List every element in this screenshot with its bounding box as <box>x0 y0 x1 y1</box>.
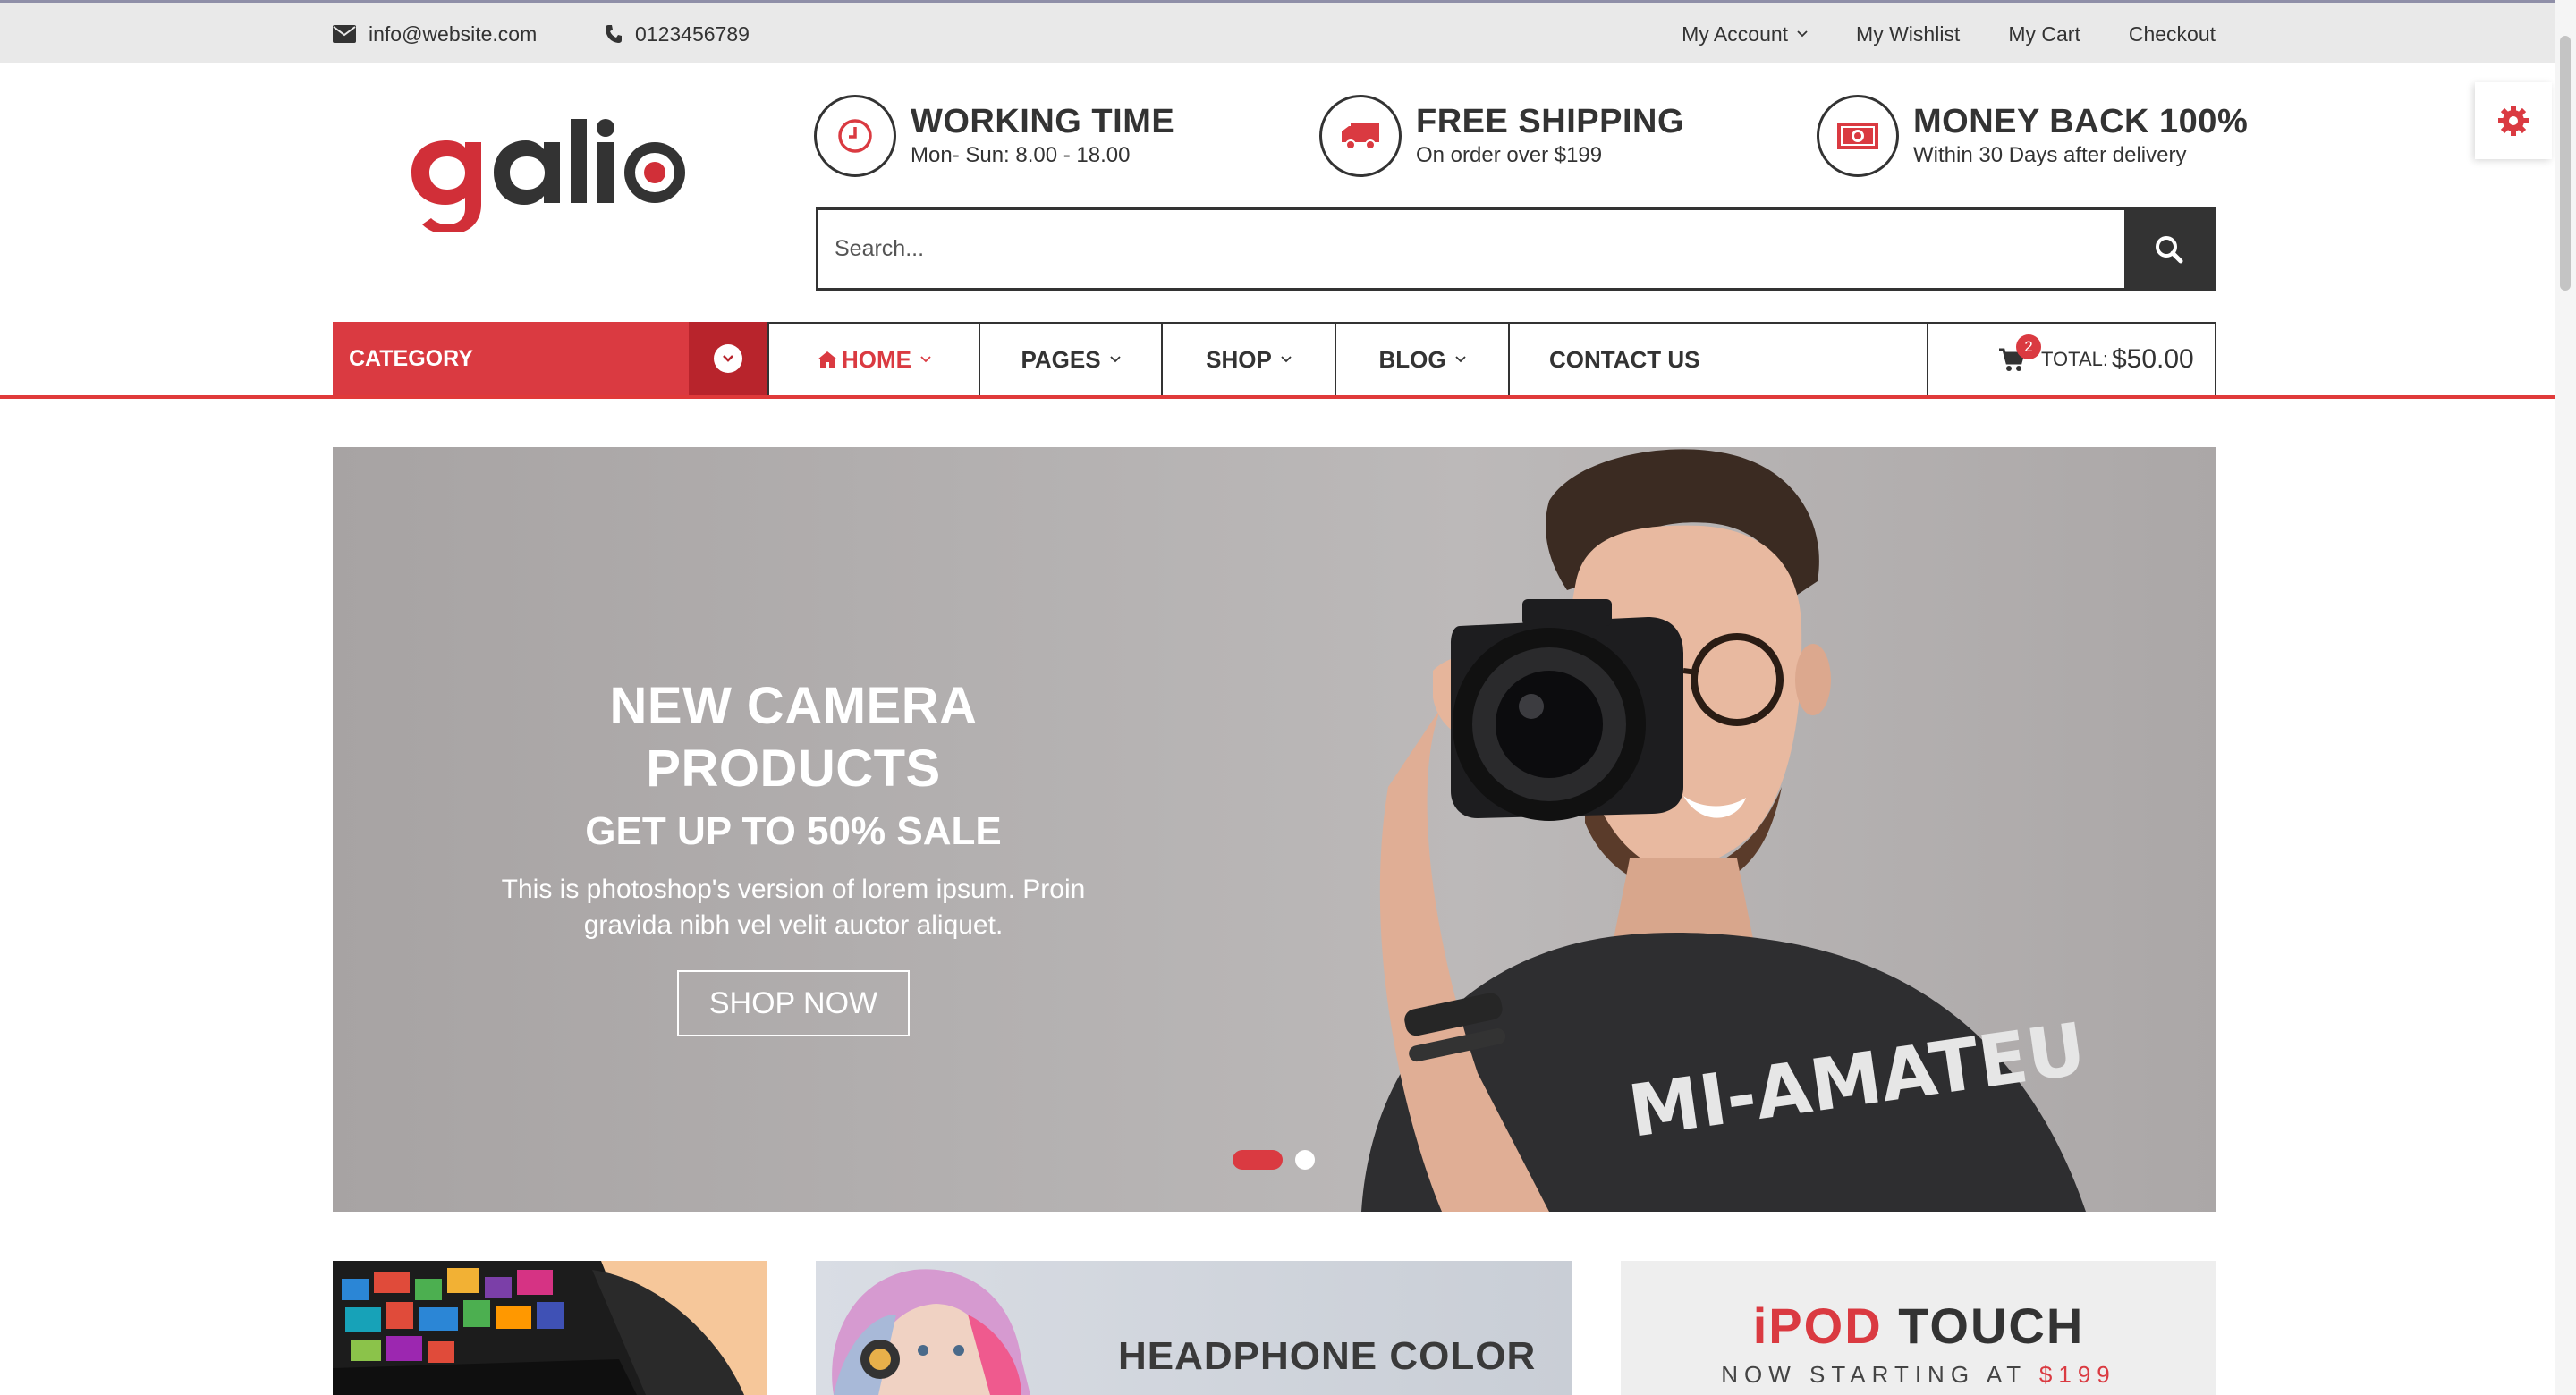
ipod-sub: NOW STARTING AT <box>1721 1361 2027 1388</box>
headphone-banner-title: HEADPHONE COLOR <box>1118 1334 1537 1378</box>
my-wishlist-link[interactable]: My Wishlist <box>1856 22 1960 46</box>
ipod-price: $199 <box>2038 1361 2116 1388</box>
ipod-banner-subtitle: NOW STARTING AT $199 <box>1621 1361 2216 1389</box>
settings-button[interactable] <box>2475 82 2552 159</box>
nav-label: HOME <box>842 345 911 373</box>
nav-item-pages[interactable]: PAGES <box>980 324 1163 395</box>
nav-item-home[interactable]: HOME <box>769 324 980 395</box>
category-menu-button[interactable]: CATEGORY <box>333 322 767 395</box>
page-scrollbar[interactable] <box>2555 0 2576 1395</box>
checkout-link[interactable]: Checkout <box>2129 22 2216 46</box>
search-button[interactable] <box>2124 210 2214 288</box>
mini-cart[interactable]: 2 TOTAL: $50.00 <box>1928 324 2215 395</box>
laptop-image <box>333 1261 744 1395</box>
ipod-brand: iPOD <box>1752 1298 1883 1354</box>
hero-slider: MI-AMATEU NEW CAMERA PRODUCTS GET UP TO … <box>333 447 2216 1212</box>
search-icon <box>2156 235 2183 263</box>
cart-total-value: $50.00 <box>2111 344 2194 374</box>
feature-money-back: MONEY BACK 100% Within 30 Days after del… <box>1817 91 2248 181</box>
contact-phone[interactable]: 0123456789 <box>605 3 750 65</box>
headphone-girl-image <box>832 1269 1030 1395</box>
hero-caption: NEW CAMERA PRODUCTS GET UP TO 50% SALE T… <box>458 675 1129 1036</box>
feature-subtitle: On order over $199 <box>1416 143 1603 167</box>
menu-bar: HOME PAGES SHOP BLOG CONTACT US 2 TOTAL:… <box>767 322 2216 395</box>
category-label: CATEGORY <box>349 345 473 371</box>
cart-total-label: TOTAL: <box>2041 348 2108 370</box>
email-text: info@website.com <box>369 21 538 46</box>
hero-photographer-image: MI-AMATEU <box>1361 449 2090 1212</box>
my-cart-link[interactable]: My Cart <box>2008 22 2080 46</box>
my-account-label: My Account <box>1682 21 1789 46</box>
money-icon <box>1817 95 1899 177</box>
my-account-link[interactable]: My Account <box>1682 22 1808 46</box>
contact-email[interactable]: info@website.com <box>333 3 537 65</box>
category-toggle[interactable] <box>689 322 767 395</box>
shop-now-button[interactable]: SHOP NOW <box>676 970 911 1036</box>
ipod-banner-title: iPOD TOUCH <box>1621 1297 2216 1355</box>
hero-text: This is photoshop's version of lorem ips… <box>501 875 1086 940</box>
nav-item-shop[interactable]: SHOP <box>1163 324 1336 395</box>
search-bar <box>816 207 2216 291</box>
envelope-icon <box>333 25 356 43</box>
banner-headphone[interactable]: HEADPHONE COLOR <box>816 1261 1572 1395</box>
ipod-product: TOUCH <box>1898 1298 2085 1354</box>
slider-dot[interactable] <box>1295 1150 1315 1170</box>
search-input[interactable] <box>818 210 2124 288</box>
nav-item-blog[interactable]: BLOG <box>1336 324 1510 395</box>
banner-laptop[interactable] <box>333 1261 767 1395</box>
feature-title: WORKING TIME <box>911 103 1175 140</box>
feature-title: MONEY BACK 100% <box>1913 103 2249 140</box>
chevron-down-icon <box>920 356 931 363</box>
hero-subtitle: GET UP TO 50% SALE <box>585 809 1002 853</box>
chevron-down-icon <box>1454 356 1466 363</box>
nav-label: BLOG <box>1378 345 1446 373</box>
truck-icon <box>1319 95 1402 177</box>
top-links: My Account My Wishlist My Cart Checkout <box>1682 3 2216 65</box>
chevron-down-icon <box>1109 356 1121 363</box>
banner-ipod[interactable]: iPOD TOUCH NOW STARTING AT $199 <box>1621 1261 2216 1395</box>
feature-working-time: WORKING TIME Mon- Sun: 8.00 - 18.00 <box>814 91 1174 181</box>
nav-label: CONTACT US <box>1549 345 1700 373</box>
scrollbar-thumb[interactable] <box>2560 36 2571 291</box>
chevron-down-icon <box>1281 356 1292 363</box>
chevron-down-icon <box>1797 30 1808 38</box>
home-icon <box>818 351 837 368</box>
phone-icon <box>605 24 623 44</box>
chevron-down-icon <box>723 355 733 362</box>
feature-free-shipping: FREE SHIPPING On order over $199 <box>1319 91 1684 181</box>
feature-subtitle: Within 30 Days after delivery <box>1913 143 2187 167</box>
phone-text: 0123456789 <box>635 21 750 46</box>
top-bar: info@website.com 0123456789 My Account M… <box>0 0 2576 63</box>
logo[interactable] <box>411 112 689 234</box>
clock-icon <box>814 95 896 177</box>
slider-dot-active[interactable] <box>1233 1150 1283 1170</box>
nav-item-contact[interactable]: CONTACT US <box>1510 324 1928 395</box>
cart-count-badge: 2 <box>2016 334 2041 359</box>
feature-subtitle: Mon- Sun: 8.00 - 18.00 <box>911 143 1131 167</box>
gear-icon <box>2498 106 2529 136</box>
slider-dots <box>1233 1150 1315 1170</box>
nav-label: PAGES <box>1021 345 1101 373</box>
feature-title: FREE SHIPPING <box>1416 103 1684 140</box>
main-nav: CATEGORY HOME PAGES SHOP BLOG CONTACT US <box>0 322 2555 399</box>
nav-label: SHOP <box>1206 345 1272 373</box>
hero-title: NEW CAMERA PRODUCTS <box>609 677 978 798</box>
